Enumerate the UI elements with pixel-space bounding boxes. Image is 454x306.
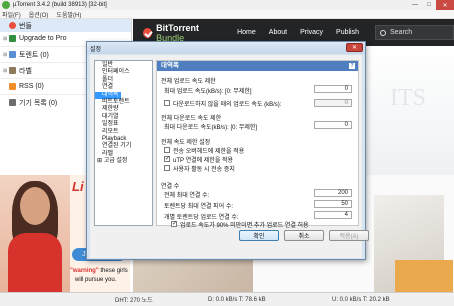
peers-per-torrent-label: 토렌트당 최대 연결 피어 수: — [164, 204, 234, 210]
max-download-label: 최대 다운로드 속도(kB/s): [0: 무제한] — [164, 125, 258, 131]
sidebar-item-label: RSS (0) — [19, 83, 44, 90]
help-icon[interactable]: ? — [349, 63, 355, 69]
nav-link-publish[interactable]: Publish — [336, 29, 359, 36]
section-title-rate-options: 전체 속도 제한 설정 — [161, 140, 211, 146]
panel-title: 대역폭 — [157, 61, 358, 71]
banner-nav: Home About Privacy Publish — [237, 29, 372, 36]
cancel-button[interactable]: 취소 — [284, 230, 324, 241]
extra-slots-checkbox[interactable] — [171, 220, 177, 227]
upgrade-icon — [9, 35, 16, 42]
status-bar: DHT: 270 노드 D: 0.0 kB/s T: 78.6 kB U: 0.… — [0, 292, 454, 306]
section-title-upload: 전체 업로드 속도 제한 — [161, 79, 216, 85]
settings-dialog: 설정 ✕ 일반 인터페이스 폴더 연결 대역폭 비트토렌트 제한량 대기열 일정… — [86, 41, 369, 260]
nav-link-home[interactable]: Home — [237, 29, 256, 36]
section-title-connections: 연결 수 — [161, 184, 180, 190]
global-connections-label: 전체 최대 연결 수: — [164, 193, 210, 199]
utorrent-logo-icon — [2, 1, 10, 9]
window-titlebar: µTorrent 3.4.2 (build 38913) [32-bit] — … — [0, 0, 454, 10]
dialog-body: 일반 인터페이스 폴더 연결 대역폭 비트토렌트 제한량 대기열 일정표 리모트… — [90, 55, 369, 258]
bandwidth-panel: 대역폭 ? 전체 업로드 속도 제한 최대 업로드 속도(kB/s): [0: … — [156, 60, 359, 229]
max-upload-label: 최대 업로드 속도(kB/s): [0: 무제한] — [164, 89, 252, 95]
search-icon — [380, 29, 386, 36]
search-input[interactable]: Search — [375, 25, 454, 40]
utp-label: uTP 연결에 제한을 적용 — [173, 158, 234, 164]
menu-help[interactable]: 도움말(H) — [56, 10, 81, 19]
ad-text: will pursue you. — [75, 277, 117, 283]
bundle-icon — [9, 22, 16, 29]
device-icon — [9, 99, 16, 106]
sidebar-item-label: 기기 목록 (0) — [19, 99, 58, 107]
dialog-title: 설정 — [90, 47, 102, 53]
alt-upload-checkbox[interactable] — [164, 100, 170, 106]
download-status: D: 0.0 kB/s T: 78.6 kB — [208, 296, 266, 303]
alt-upload-label: 다운로드하지 않을 때의 업로드 속도 (kB/s): — [173, 102, 282, 108]
max-upload-field[interactable]: 0 — [314, 85, 352, 93]
menu-bar: 파일(F) 옵션(O) 도움말(H) — [0, 10, 454, 19]
tree-item-paired-devices[interactable]: 연결된 기기 — [95, 143, 152, 150]
sidebar-item-bundle[interactable]: 번들 — [0, 19, 131, 32]
ad-photo — [395, 260, 453, 292]
tree-item-advanced[interactable]: ⊞ 고급 설정 — [95, 158, 152, 165]
torrent-icon — [9, 51, 16, 58]
banner-brand: BitTorrent Bundle — [156, 22, 199, 43]
idle-checkbox[interactable] — [164, 165, 170, 171]
utp-checkbox[interactable] — [164, 155, 170, 162]
nav-link-privacy[interactable]: Privacy — [300, 29, 323, 36]
sidebar-item-label: 토렌트 (0) — [19, 51, 49, 59]
peers-per-torrent-field[interactable]: 50 — [314, 200, 352, 208]
dialog-titlebar: 설정 ✕ — [87, 42, 365, 54]
close-window-button[interactable]: ✕ — [436, 0, 454, 10]
idle-label: 사용자 활동 시 전송 증지 — [173, 167, 235, 173]
alt-upload-field[interactable]: 0 — [314, 99, 352, 107]
menu-options[interactable]: 옵션(O) — [29, 10, 49, 19]
minimize-button[interactable]: — — [408, 0, 422, 10]
apply-button[interactable]: 적용(A) — [329, 230, 369, 241]
rss-icon — [9, 83, 16, 90]
bittorrent-logo-icon — [143, 27, 153, 38]
label-icon — [9, 67, 16, 74]
dht-status: DHT: 270 노드 — [115, 298, 153, 304]
sidebar-item-label: Upgrade to Pro — [19, 35, 67, 42]
window-title: µTorrent 3.4.2 (build 38913) [32-bit] — [13, 2, 107, 8]
menu-file[interactable]: 파일(F) — [2, 10, 21, 19]
tree-item-labels[interactable]: 라벨 — [95, 151, 152, 158]
extra-slots-label: 업로드 속도가 90% 미만이면 추가 업로드 연결 허용 — [180, 223, 309, 229]
ok-button[interactable]: 확인 — [239, 230, 279, 241]
upload-status: U: 0.0 kB/s T: 20.2 kB — [332, 296, 390, 303]
background-heading: ITS — [390, 85, 426, 111]
tree-item-scheduler[interactable]: 일정표 — [95, 121, 152, 128]
tree-item-bandwidth[interactable]: 대역폭 — [95, 91, 121, 99]
sidebar-item-label: 번들 — [19, 22, 32, 30]
max-download-field[interactable]: 0 — [314, 121, 352, 129]
tree-item-remote[interactable]: 리모트 — [95, 129, 152, 136]
overhead-checkbox[interactable] — [164, 147, 170, 153]
ad-logo: Li — [72, 179, 84, 194]
dialog-close-button[interactable]: ✕ — [346, 43, 363, 52]
tree-item-connection[interactable]: 연결 — [95, 84, 152, 91]
upload-slots-field[interactable]: 4 — [314, 211, 352, 219]
overhead-label: 전송 오버헤드에 제한을 적용 — [173, 149, 245, 155]
nav-link-about[interactable]: About — [269, 29, 287, 36]
maximize-button[interactable]: □ — [422, 0, 436, 10]
tree-item-interface[interactable]: 인터페이스 — [95, 69, 152, 76]
global-connections-field[interactable]: 200 — [314, 189, 352, 197]
sidebar-item-label: 라벨 — [19, 67, 32, 75]
section-title-download: 전체 다운로드 속도 제한 — [161, 116, 222, 122]
settings-category-tree: 일반 인터페이스 폴더 연결 대역폭 비트토렌트 제한량 대기열 일정표 리모트… — [94, 60, 153, 226]
search-placeholder: Search — [390, 29, 413, 36]
tree-item-transfer-cap[interactable]: 제한량 — [95, 106, 152, 113]
ad-text: "warning" these girls — [70, 268, 128, 274]
window-controls: — □ ✕ — [408, 0, 454, 10]
